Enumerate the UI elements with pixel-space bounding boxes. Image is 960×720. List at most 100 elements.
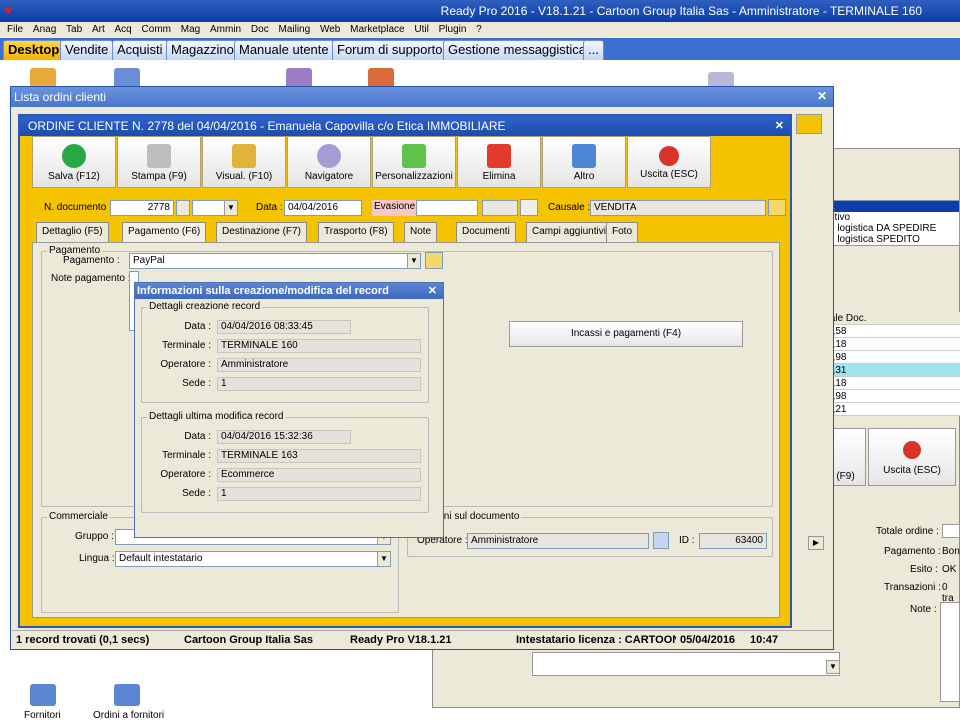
payment-folder-icon[interactable] xyxy=(425,252,443,269)
doc-number-spin[interactable] xyxy=(176,200,190,216)
table-header: tale Doc. xyxy=(825,312,960,325)
causale-field[interactable]: VENDITA xyxy=(590,200,766,216)
tab-forum[interactable]: Forum di supporto xyxy=(332,40,448,60)
more-button[interactable]: Altro xyxy=(542,136,626,188)
evasione-field[interactable] xyxy=(416,200,478,216)
menu-comm[interactable]: Comm xyxy=(142,22,171,38)
table-row[interactable]: 5,58 xyxy=(825,325,960,338)
bg-payment-label: Pagamento : xyxy=(884,546,941,557)
created-operatore-label: Operatore : xyxy=(160,359,211,370)
save-button[interactable]: Salva (F12) xyxy=(32,136,116,188)
chevron-down-icon: ▼ xyxy=(224,201,237,215)
order-close-icon[interactable]: ✕ xyxy=(775,119,784,132)
exit-button[interactable]: Uscita (ESC) xyxy=(627,136,711,188)
subtab-foto[interactable]: Foto xyxy=(606,222,639,242)
app-logo-icon: ♥ xyxy=(4,2,13,18)
bg-lower-field[interactable] xyxy=(532,652,840,676)
menu-art[interactable]: Art xyxy=(92,22,105,38)
printer-icon xyxy=(147,144,171,168)
puzzle-icon xyxy=(402,144,426,168)
evasione-extra-field[interactable] xyxy=(482,200,518,216)
list-item[interactable]: a xyxy=(827,201,959,212)
table-row[interactable]: 5,98 xyxy=(825,390,960,403)
created-data-value: 04/04/2016 08:33:45 xyxy=(217,320,351,334)
delete-button[interactable]: Elimina xyxy=(457,136,541,188)
menu-marketplace[interactable]: Marketplace xyxy=(350,22,404,38)
subtab-campi-aggiuntivi[interactable]: Campi aggiuntivi xyxy=(526,222,612,242)
tab-magazzino[interactable]: Magazzino xyxy=(166,40,239,60)
menu-mailing[interactable]: Mailing xyxy=(278,22,310,38)
tab-messaggistica[interactable]: Gestione messaggistica xyxy=(443,40,592,60)
list-item[interactable]: n logistica DA SPEDIRE xyxy=(827,223,959,234)
operatore-info-icon[interactable] xyxy=(653,532,669,549)
created-sede-label: Sede : xyxy=(182,378,211,389)
bg-status-list[interactable]: a ntivo n logistica DA SPEDIRE n logisti… xyxy=(826,200,960,246)
menu-mag[interactable]: Mag xyxy=(181,22,200,38)
menu-tab[interactable]: Tab xyxy=(66,22,82,38)
customize-button[interactable]: Personalizzazioni xyxy=(372,136,456,188)
subtab-documenti[interactable]: Documenti xyxy=(456,222,516,242)
lingua-combo[interactable]: Default intestatario ▼ xyxy=(115,551,391,567)
tab-manuale[interactable]: Manuale utente xyxy=(234,40,334,60)
evasione-search-icon[interactable] xyxy=(520,199,538,216)
evasione-label: Evasione: xyxy=(372,200,418,216)
menu-plugin[interactable]: Plugin xyxy=(439,22,467,38)
menu-anag[interactable]: Anag xyxy=(33,22,56,38)
list-item[interactable]: n logistica SPEDITO xyxy=(827,234,959,245)
subtab-dettaglio[interactable]: Dettaglio (F5) xyxy=(36,222,109,242)
menu-util[interactable]: Util xyxy=(414,22,428,38)
subtab-trasporto[interactable]: Trasporto (F8) xyxy=(318,222,394,242)
bg-note-label: Note : xyxy=(910,604,937,615)
menu-acq[interactable]: Acq xyxy=(115,22,132,38)
menu-web[interactable]: Web xyxy=(320,22,340,38)
bg-exit-button[interactable]: Uscita (ESC) xyxy=(868,428,956,486)
table-row[interactable]: 5,21 xyxy=(825,403,960,416)
doc-series-combo[interactable]: ▼ xyxy=(192,200,238,216)
list-window-close-icon[interactable]: ✕ xyxy=(817,89,827,103)
list-window-title: Lista ordini clienti xyxy=(11,87,833,107)
bg-transazioni-value: 0 tra xyxy=(942,582,954,604)
tab-acquisti[interactable]: Acquisti xyxy=(112,40,168,60)
tab-more[interactable]: ... xyxy=(583,40,604,60)
ordini-fornitori-label[interactable]: Ordini a fornitori xyxy=(93,710,164,720)
table-row[interactable]: 5,18 xyxy=(825,377,960,390)
subtab-pagamento[interactable]: Pagamento (F6) xyxy=(122,222,207,243)
menu-ammin[interactable]: Ammin xyxy=(210,22,241,38)
table-row[interactable]: 5,31 xyxy=(825,364,960,377)
payment-combo[interactable]: PayPal ▼ xyxy=(129,253,421,269)
list-item[interactable]: ntivo xyxy=(827,212,959,223)
table-row[interactable]: 5,98 xyxy=(825,351,960,364)
popup-close-icon[interactable]: ✕ xyxy=(428,284,437,297)
date-field[interactable]: 04/04/2016 xyxy=(284,200,362,216)
id-label: ID : xyxy=(679,535,695,546)
bg-note-field[interactable] xyxy=(940,602,960,702)
fornitori-icon[interactable] xyxy=(30,684,56,706)
causale-folder-icon[interactable] xyxy=(768,199,786,216)
bg-transazioni-label: Transazioni : xyxy=(884,582,941,593)
bg-payment-value: Boni xyxy=(942,546,960,557)
bg-lower-arrow-icon[interactable]: ▼ xyxy=(826,660,840,674)
print-button[interactable]: Stampa (F9) xyxy=(117,136,201,188)
subtab-note[interactable]: Note xyxy=(404,222,438,242)
incassi-pagamenti-button[interactable]: Incassi e pagamenti (F4) xyxy=(509,321,743,347)
subtab-destinazione[interactable]: Destinazione (F7) xyxy=(216,222,307,242)
tab-vendite[interactable]: Vendite xyxy=(60,40,114,60)
table-row[interactable]: 5,18 xyxy=(825,338,960,351)
ordini-fornitori-icon[interactable] xyxy=(114,684,140,706)
doc-number-label: N. documento : xyxy=(44,202,112,213)
fornitori-label[interactable]: Fornitori xyxy=(24,710,61,720)
menu-doc[interactable]: Doc xyxy=(251,22,269,38)
list-scroll-right-icon[interactable]: ▶ xyxy=(808,536,824,550)
magic-wand-icon xyxy=(232,144,256,168)
menu-help[interactable]: ? xyxy=(476,22,482,38)
tab-desktop[interactable]: Desktop xyxy=(3,40,65,60)
navigator-button[interactable]: Navigatore xyxy=(287,136,371,188)
status-records: 1 record trovati (0,1 secs) xyxy=(16,634,150,646)
status-version: Ready Pro V18.1.21 xyxy=(350,634,452,646)
modified-operatore-value: Ecommerce xyxy=(217,468,421,482)
doc-number-field[interactable]: 2778 xyxy=(110,200,174,216)
menu-file[interactable]: File xyxy=(7,22,23,38)
list-users-icon[interactable] xyxy=(796,114,822,134)
modified-terminale-value: TERMINALE 163 xyxy=(217,449,421,463)
view-button[interactable]: Visual. (F10) xyxy=(202,136,286,188)
